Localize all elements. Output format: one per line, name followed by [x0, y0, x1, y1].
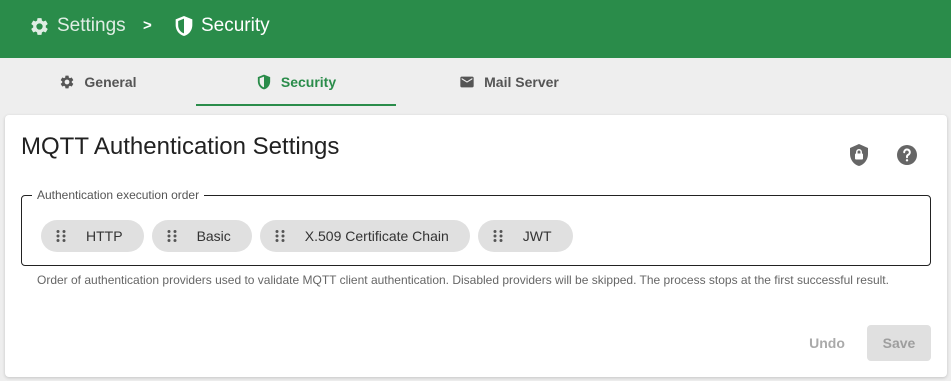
- drag-handle-icon[interactable]: [491, 229, 505, 243]
- tab-general-label: General: [84, 74, 137, 90]
- tab-security[interactable]: Security: [196, 58, 396, 106]
- chip-label: HTTP: [86, 228, 123, 244]
- tab-mail-server[interactable]: Mail Server: [396, 58, 622, 106]
- tab-security-label: Security: [280, 74, 337, 90]
- top-bar: Settings > Security: [0, 0, 951, 58]
- chip-http[interactable]: HTTP: [41, 220, 144, 252]
- auth-provider-chips: HTTP Basic X.509 Certificate Chain JWT: [41, 220, 581, 252]
- save-button[interactable]: Save: [867, 325, 931, 361]
- breadcrumb-current-label: Security: [201, 15, 270, 36]
- settings-card: MQTT Authentication Settings Authenticat…: [5, 115, 947, 377]
- chip-x509[interactable]: X.509 Certificate Chain: [259, 220, 470, 252]
- tab-general[interactable]: General: [0, 58, 196, 106]
- tab-bar: General Security Mail Server: [0, 58, 951, 106]
- breadcrumb-settings[interactable]: Settings: [29, 15, 126, 37]
- page-title: MQTT Authentication Settings: [21, 133, 340, 160]
- gear-icon: [31, 17, 48, 35]
- gear-icon: [61, 75, 74, 89]
- drag-handle-icon[interactable]: [273, 229, 287, 243]
- chip-label: Basic: [196, 228, 231, 244]
- breadcrumb-separator: >: [143, 17, 152, 34]
- mail-icon: [460, 76, 474, 88]
- chip-label: JWT: [522, 228, 552, 244]
- breadcrumb-security: Security: [174, 15, 270, 37]
- shield-check-icon: [257, 74, 271, 90]
- chip-basic[interactable]: Basic: [151, 220, 252, 252]
- breadcrumb-root-label: Settings: [57, 15, 126, 36]
- auth-order-hint: Order of authentication providers used t…: [37, 273, 889, 287]
- lock-shield-icon[interactable]: [847, 143, 871, 167]
- auth-order-legend: Authentication execution order: [37, 188, 200, 202]
- drag-handle-icon[interactable]: [165, 229, 179, 243]
- tab-mail-label: Mail Server: [484, 74, 559, 90]
- auth-order-field: Authentication execution order HTTP Basi…: [21, 188, 931, 266]
- drag-handle-icon[interactable]: [54, 229, 68, 243]
- undo-button[interactable]: Undo: [802, 325, 852, 361]
- chip-jwt[interactable]: JWT: [477, 220, 573, 252]
- chip-label: X.509 Certificate Chain: [304, 228, 449, 244]
- help-icon[interactable]: [895, 143, 919, 167]
- shield-check-icon: [175, 16, 193, 36]
